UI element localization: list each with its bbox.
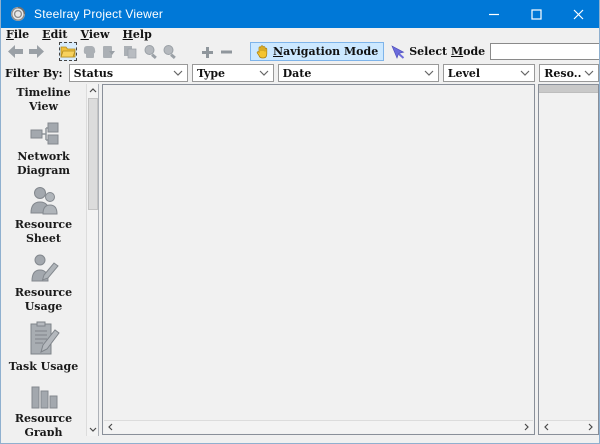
filter-level-value: Level <box>448 67 518 80</box>
side-horizontal-scrollbar[interactable] <box>540 420 597 433</box>
scroll-right-button[interactable] <box>584 421 597 433</box>
filter-type-value: Type <box>197 67 256 80</box>
timeline-canvas[interactable] <box>102 84 535 435</box>
sidebar-item-label: Task Usage <box>4 360 84 374</box>
navigation-mode-button[interactable]: Navigation Mode <box>250 42 384 61</box>
select-cursor-icon <box>391 45 405 59</box>
save-icon <box>82 45 97 59</box>
filter-level-dropdown[interactable]: Level <box>443 64 536 82</box>
filter-status-value: Status <box>74 67 170 80</box>
scroll-right-button[interactable] <box>520 421 533 433</box>
export-button[interactable] <box>101 45 116 59</box>
increase-button[interactable] <box>200 45 215 59</box>
maximize-icon <box>531 9 542 20</box>
menu-bar: File Edit View Help <box>1 28 599 41</box>
search-input[interactable] <box>490 43 600 60</box>
close-button[interactable] <box>557 0 599 28</box>
export-icon <box>101 45 116 59</box>
sidebar-item-label: Resource Graph <box>4 412 84 436</box>
back-button[interactable] <box>7 44 24 59</box>
sidebar-item-label: Network Diagram <box>4 150 84 178</box>
maximize-button[interactable] <box>515 0 557 28</box>
chevron-right-icon <box>588 423 593 431</box>
forward-button[interactable] <box>28 44 45 59</box>
zoom-in-button[interactable] <box>143 44 159 59</box>
chevron-down-icon <box>584 70 594 76</box>
resource-usage-icon <box>29 253 59 283</box>
sidebar-item-label: Resource Usage <box>4 286 84 314</box>
zoom-in-icon <box>143 44 159 59</box>
sidebar-item-timeline-view[interactable]: Timeline View <box>4 86 84 114</box>
scroll-down-button[interactable] <box>87 423 99 436</box>
window-title: Steelray Project Viewer <box>34 7 473 21</box>
menu-view[interactable]: View <box>81 29 110 41</box>
menu-file[interactable]: File <box>6 29 29 41</box>
copy-button[interactable] <box>122 45 137 59</box>
menu-edit[interactable]: Edit <box>42 29 67 41</box>
sidebar-item-resource-usage[interactable]: Resource Usage <box>4 253 84 314</box>
filter-resource-value: Reso... <box>544 67 581 80</box>
resource-sheet-icon <box>28 185 60 215</box>
network-diagram-icon <box>29 121 59 147</box>
zoom-out-icon <box>162 44 178 59</box>
content-area: Timeline View Network Diagram Re <box>1 84 599 436</box>
filter-status-dropdown[interactable]: Status <box>69 64 188 82</box>
zoom-out-button[interactable] <box>162 44 178 59</box>
sidebar-item-resource-sheet[interactable]: Resource Sheet <box>4 185 84 246</box>
app-window: Steelray Project Viewer File Edit View H… <box>0 0 600 444</box>
filter-date-dropdown[interactable]: Date <box>278 64 439 82</box>
plus-icon <box>200 45 215 59</box>
chevron-down-icon <box>424 70 434 76</box>
filter-by-label: Filter By: <box>5 67 63 80</box>
chevron-left-icon <box>544 423 549 431</box>
copy-icon <box>122 45 137 59</box>
chevron-up-icon <box>89 88 97 93</box>
sidebar-item-resource-graph[interactable]: Resource Graph <box>4 381 84 436</box>
scroll-left-button[interactable] <box>540 421 553 433</box>
minus-icon <box>219 45 234 59</box>
chevron-right-icon <box>524 423 529 431</box>
scroll-left-button[interactable] <box>104 421 117 433</box>
chevron-down-icon <box>173 70 183 76</box>
side-canvas[interactable] <box>538 84 599 435</box>
minimize-button[interactable] <box>473 0 515 28</box>
window-bottom-edge <box>1 436 599 443</box>
sidebar-scrollbar[interactable] <box>86 84 99 436</box>
open-file-button[interactable] <box>59 42 77 61</box>
decrease-button[interactable] <box>219 45 234 59</box>
main-horizontal-scrollbar[interactable] <box>104 420 533 433</box>
select-mode-label: Select Mode <box>409 45 485 58</box>
task-usage-icon <box>27 321 61 357</box>
close-icon <box>573 9 584 20</box>
sidebar-item-label: Resource Sheet <box>4 218 84 246</box>
title-bar: Steelray Project Viewer <box>1 0 599 28</box>
filter-type-dropdown[interactable]: Type <box>192 64 274 82</box>
sidebar-item-task-usage[interactable]: Task Usage <box>4 321 84 374</box>
sidebar-item-network-diagram[interactable]: Network Diagram <box>4 121 84 178</box>
forward-arrow-icon <box>28 44 45 59</box>
resource-graph-icon <box>29 381 59 409</box>
view-sidebar: Timeline View Network Diagram Re <box>1 84 86 436</box>
app-logo-icon <box>10 6 26 22</box>
sidebar-item-label: Timeline View <box>4 86 84 114</box>
minimize-icon <box>489 9 500 20</box>
save-button[interactable] <box>82 45 97 59</box>
scroll-up-button[interactable] <box>87 84 99 97</box>
chevron-down-icon <box>520 70 530 76</box>
scrollbar-thumb[interactable] <box>88 98 98 210</box>
open-folder-icon <box>60 45 76 58</box>
select-mode-button[interactable]: Select Mode <box>386 42 490 61</box>
hand-icon <box>256 45 269 59</box>
filter-date-value: Date <box>283 67 421 80</box>
back-arrow-icon <box>7 44 24 59</box>
chevron-down-icon <box>259 70 269 76</box>
side-canvas-header <box>539 85 598 93</box>
chevron-left-icon <box>108 423 113 431</box>
filter-resource-dropdown[interactable]: Reso... <box>539 64 599 82</box>
navigation-mode-label: Navigation Mode <box>273 45 378 58</box>
filter-bar: Filter By: Status Type Date Level Reso..… <box>1 62 599 84</box>
toolbar: Navigation Mode Select Mode Search <box>1 41 599 62</box>
chevron-down-icon <box>89 427 97 432</box>
menu-help[interactable]: Help <box>123 29 152 41</box>
